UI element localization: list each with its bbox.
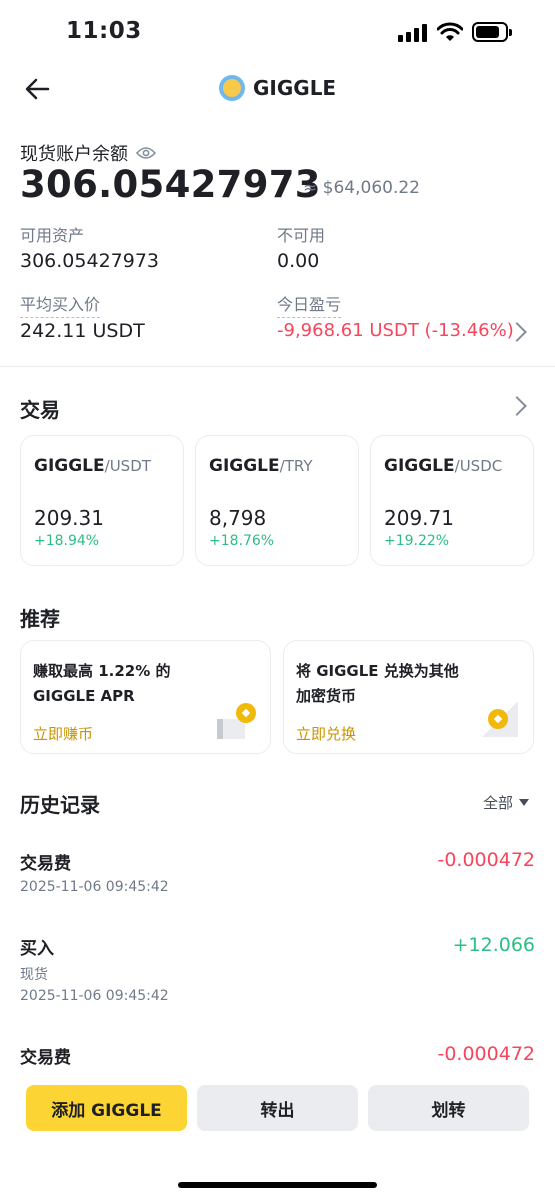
- pair-price: 209.31: [34, 506, 104, 530]
- pair-change: +18.94%: [34, 533, 100, 549]
- giggle-coin-icon: [219, 75, 245, 101]
- history-item-time: 2025-11-06 09:45:42: [20, 988, 169, 1004]
- page-header: GIGGLE: [219, 75, 336, 101]
- pair-price: 8,798: [209, 506, 267, 530]
- pair-name: GIGGLE/USDT: [34, 456, 151, 476]
- balance-usd-value: ≈ $64,060.22: [303, 178, 420, 198]
- back-arrow-icon[interactable]: [24, 76, 52, 102]
- page-title: GIGGLE: [253, 76, 337, 100]
- pair-change: +19.22%: [384, 533, 450, 549]
- convert-illustration-icon: [482, 701, 518, 737]
- add-giggle-button[interactable]: 添加 GIGGLE: [26, 1085, 187, 1131]
- convert-card-text: 将 GIGGLE 兑换为其他 加密货币: [296, 662, 459, 705]
- caret-down-icon: [519, 799, 530, 806]
- trade-chevron-icon[interactable]: [507, 396, 527, 416]
- status-time: 11:03: [66, 18, 142, 44]
- eye-icon[interactable]: [136, 146, 156, 160]
- history-filter[interactable]: 全部: [483, 792, 530, 813]
- history-item-amount: +12.066: [452, 934, 535, 956]
- transfer-button[interactable]: 划转: [368, 1085, 529, 1131]
- convert-now-link[interactable]: 立即兑换: [296, 723, 356, 744]
- history-item-type: 买入: [20, 939, 54, 959]
- history-item-time: 2025-11-06 09:45:42: [20, 879, 169, 895]
- trade-pair-card[interactable]: GIGGLE/USDC 209.71 +19.22%: [370, 435, 534, 566]
- recommend-section-title: 推荐: [20, 607, 60, 631]
- avg-price-label: 平均买入价: [20, 291, 101, 318]
- earn-card-text: 赚取最高 1.22% 的 GIGGLE APR: [33, 662, 171, 705]
- history-item-amount: -0.000472: [437, 1043, 535, 1065]
- section-divider: [0, 366, 555, 367]
- available-value: 306.05427973: [20, 250, 160, 272]
- pnl-value[interactable]: -9,968.61 USDT (-13.46%): [277, 320, 514, 341]
- pair-price: 209.71: [384, 506, 454, 530]
- available-label: 可用资产: [20, 226, 85, 245]
- wifi-icon: [437, 22, 463, 41]
- convert-card[interactable]: 将 GIGGLE 兑换为其他 加密货币 立即兑换: [283, 640, 534, 754]
- unavailable-label: 不可用: [277, 226, 326, 245]
- battery-icon: [472, 22, 512, 42]
- home-indicator: [178, 1182, 377, 1188]
- trade-pair-card[interactable]: GIGGLE/USDT 209.31 +18.94%: [20, 435, 184, 566]
- pnl-label: 今日盈亏: [277, 291, 342, 318]
- earn-illustration-icon: [217, 703, 256, 739]
- balance-amount: 306.05427973: [20, 163, 321, 206]
- history-item-sub: 现货: [20, 967, 48, 983]
- unavailable-value: 0.00: [277, 250, 320, 272]
- history-item-type: 交易费: [20, 1048, 71, 1068]
- history-item-type: 交易费: [20, 854, 71, 874]
- pair-name: GIGGLE/TRY: [209, 456, 313, 476]
- withdraw-button[interactable]: 转出: [197, 1085, 358, 1131]
- pair-name: GIGGLE/USDC: [384, 456, 503, 476]
- history-filter-label: 全部: [483, 794, 514, 812]
- cellular-signal-icon: [398, 24, 428, 42]
- pair-change: +18.76%: [209, 533, 275, 549]
- earn-card[interactable]: 赚取最高 1.22% 的 GIGGLE APR 立即赚币: [20, 640, 271, 754]
- earn-now-link[interactable]: 立即赚币: [33, 723, 93, 744]
- trade-pair-card[interactable]: GIGGLE/TRY 8,798 +18.76%: [195, 435, 359, 566]
- trade-section-title: 交易: [20, 398, 60, 422]
- history-item-amount: -0.000472: [437, 849, 535, 871]
- avg-price-value: 242.11 USDT: [20, 320, 145, 342]
- history-section-title: 历史记录: [20, 793, 100, 817]
